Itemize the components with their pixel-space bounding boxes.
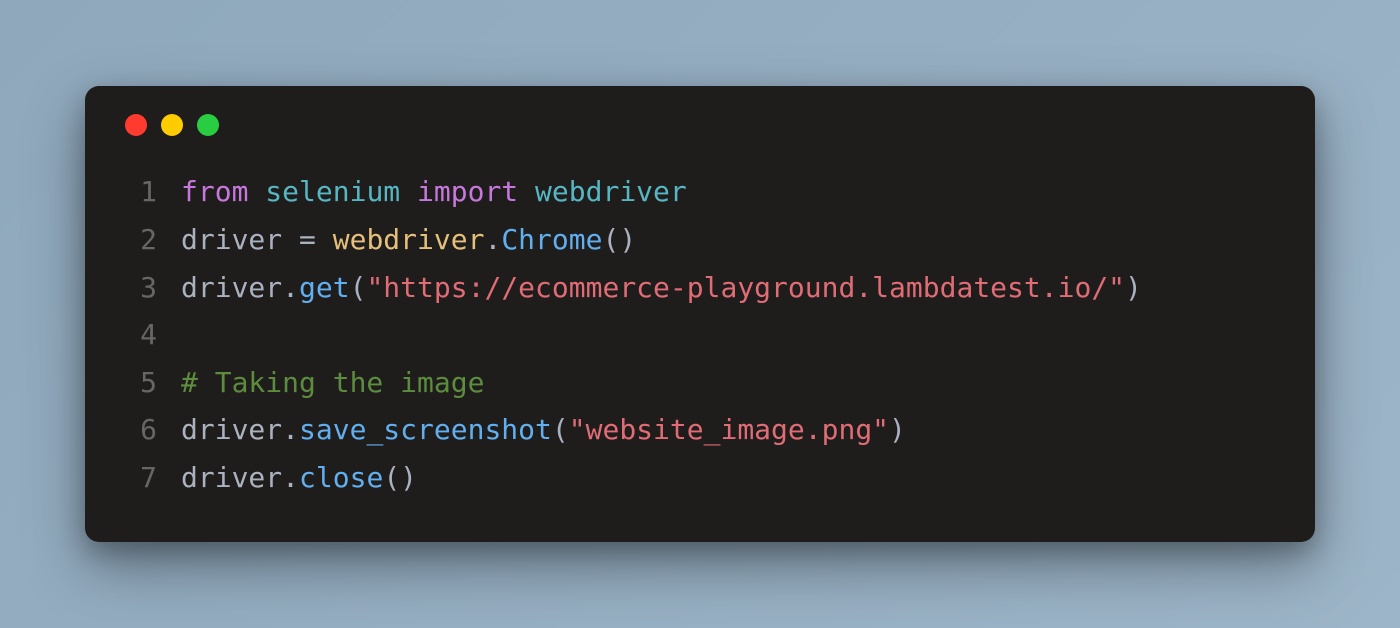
code-token: selenium [265,175,400,208]
maximize-icon[interactable] [197,114,219,136]
line-number: 7 [125,454,157,502]
code-token: = [299,223,316,256]
code-token: save_screenshot [299,413,552,446]
code-token: close [299,461,383,494]
code-token: () [602,223,636,256]
line-content: driver.close() [181,454,1275,502]
line-number: 6 [125,406,157,454]
line-content: from selenium import webdriver [181,168,1275,216]
code-token: . [484,223,501,256]
code-line: 7 driver.close() [125,454,1275,502]
line-number: 2 [125,216,157,264]
code-token: ( [350,271,367,304]
line-content: driver = webdriver.Chrome() [181,216,1275,264]
code-token [518,175,535,208]
code-token: . [282,271,299,304]
code-token: . [282,413,299,446]
close-icon[interactable] [125,114,147,136]
code-token: get [299,271,350,304]
line-content: driver.get("https://ecommerce-playground… [181,264,1275,312]
code-token [316,223,333,256]
window-controls [125,114,1275,136]
line-content: driver.save_screenshot("website_image.pn… [181,406,1275,454]
code-token: webdriver [535,175,687,208]
code-token: ) [889,413,906,446]
code-token: . [282,461,299,494]
code-token [248,175,265,208]
code-token: driver [181,413,282,446]
code-token: driver [181,223,282,256]
code-line: 3 driver.get("https://ecommerce-playgroun… [125,264,1275,312]
code-line: 1 from selenium import webdriver [125,168,1275,216]
code-token: "https://ecommerce-playground.lambdatest… [366,271,1125,304]
code-token: from [181,175,248,208]
line-number: 4 [125,311,157,359]
minimize-icon[interactable] [161,114,183,136]
line-number: 5 [125,359,157,407]
code-token: # Taking the image [181,366,484,399]
line-content: # Taking the image [181,359,1275,407]
code-token: () [383,461,417,494]
code-line: 4 [125,311,1275,359]
code-token: ) [1125,271,1142,304]
line-content [181,311,1275,359]
code-editor: 1 from selenium import webdriver 2 driver =… [125,168,1275,501]
line-number: 1 [125,168,157,216]
code-token: import [417,175,518,208]
code-line: 6 driver.save_screenshot("website_image.p… [125,406,1275,454]
code-token: driver [181,461,282,494]
code-token [282,223,299,256]
code-line: 5 # Taking the image [125,359,1275,407]
code-token: webdriver [333,223,485,256]
code-token [400,175,417,208]
code-token: driver [181,271,282,304]
code-line: 2 driver = webdriver.Chrome() [125,216,1275,264]
code-token: Chrome [501,223,602,256]
code-window: 1 from selenium import webdriver 2 driver =… [85,86,1315,541]
code-token: "website_image.png" [569,413,889,446]
code-token: ( [552,413,569,446]
line-number: 3 [125,264,157,312]
